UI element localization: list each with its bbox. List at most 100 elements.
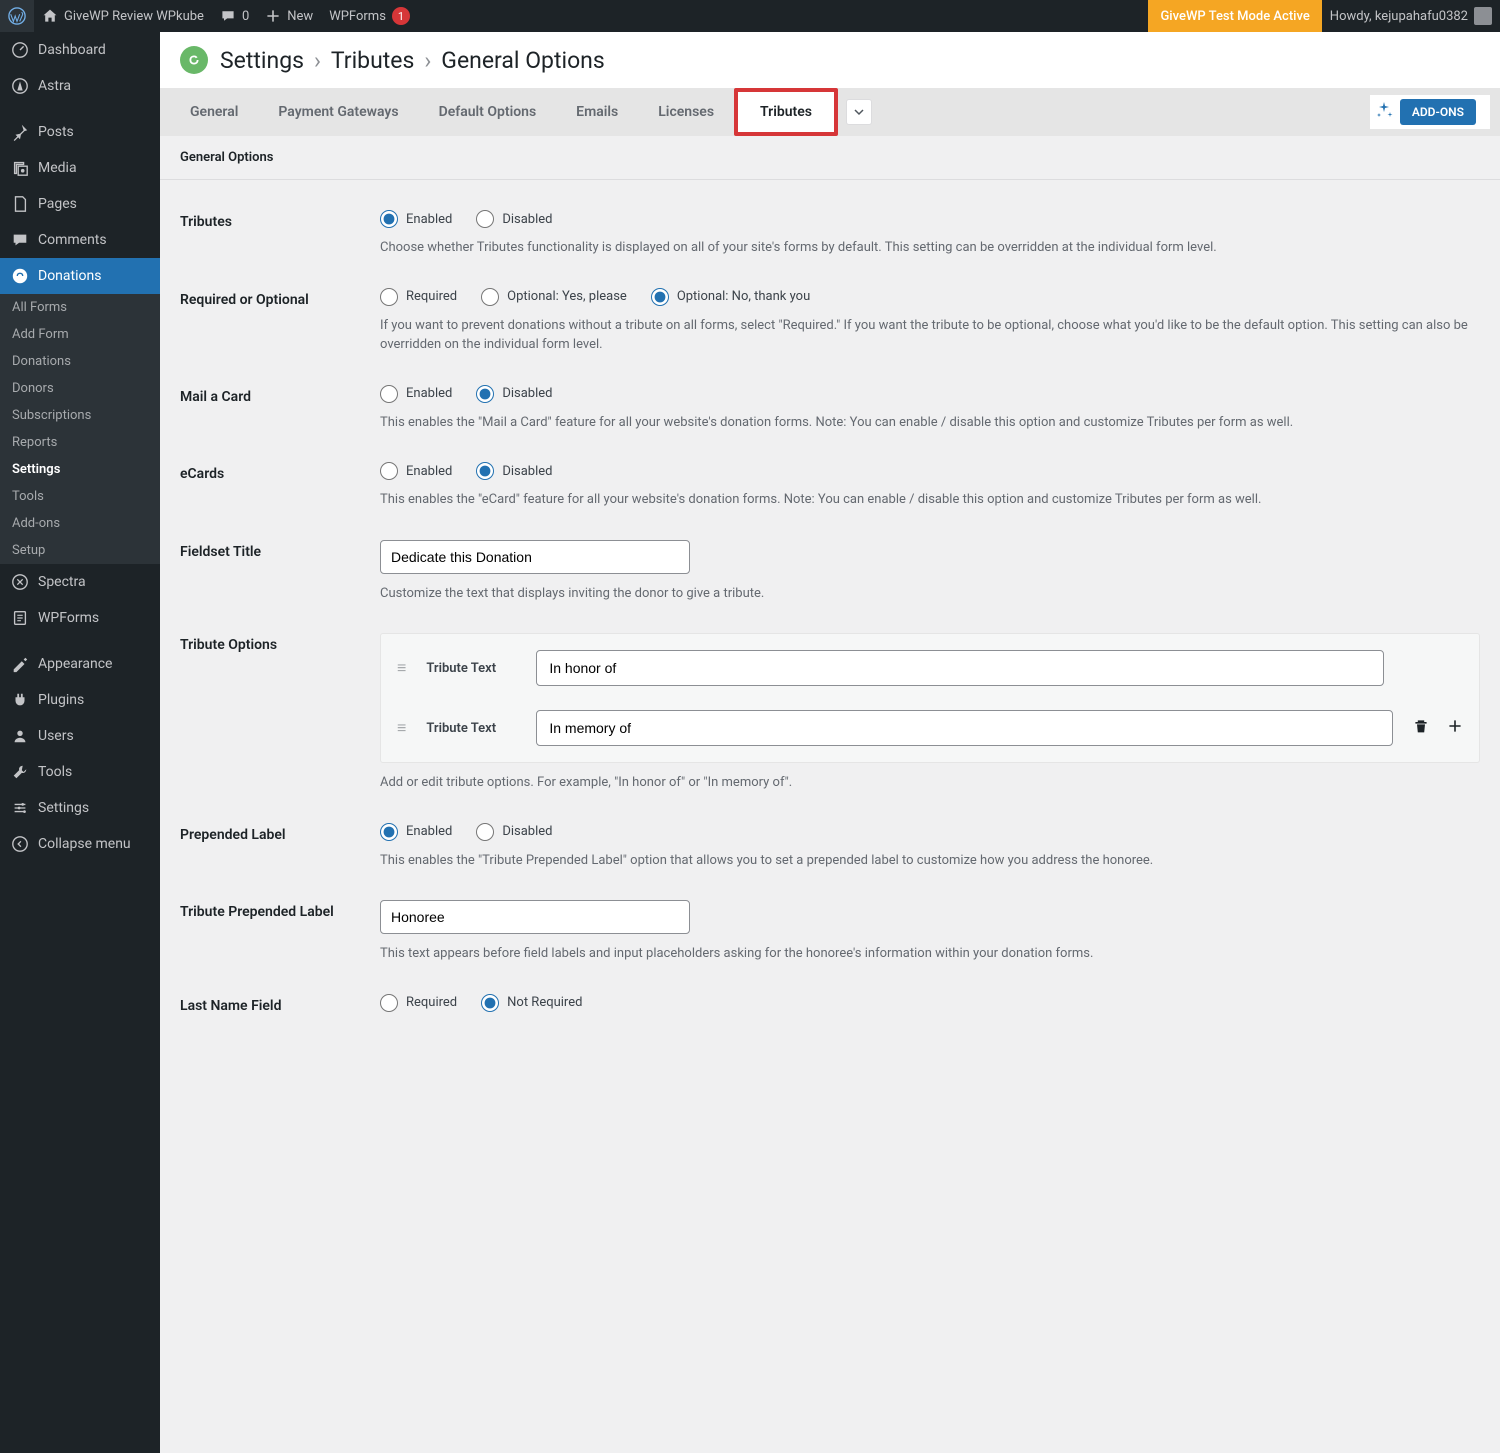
submenu-donors[interactable]: Donors	[0, 375, 160, 402]
submenu-settings[interactable]: Settings	[0, 456, 160, 483]
sidebar-item-dashboard[interactable]: Dashboard	[0, 32, 160, 68]
setting-prepended-text-desc: This text appears before field labels an…	[380, 944, 1480, 964]
sidebar-item-settings[interactable]: Settings	[0, 790, 160, 826]
setting-mailcard: Mail a Card Enabled Disabled This enable…	[180, 365, 1480, 443]
spectra-icon	[10, 572, 30, 592]
setting-tributes-desc: Choose whether Tributes functionality is…	[380, 238, 1480, 258]
settings-tabs: General Payment Gateways Default Options…	[160, 88, 1500, 136]
submenu-reports[interactable]: Reports	[0, 429, 160, 456]
radio-prepended-disabled[interactable]: Disabled	[476, 823, 552, 841]
crumb-general-options: General Options	[441, 47, 604, 74]
radio-lastname-required[interactable]: Required	[380, 994, 457, 1012]
drag-handle-icon[interactable]: ≡	[397, 718, 406, 738]
radio-tributes-enabled[interactable]: Enabled	[380, 210, 452, 228]
sidebar-item-donations[interactable]: Donations	[0, 258, 160, 294]
setting-prepended: Prepended Label Enabled Disabled This en…	[180, 803, 1480, 881]
breadcrumb: Settings › Tributes › General Options	[220, 47, 605, 74]
plugins-icon	[10, 690, 30, 710]
tools-icon	[10, 762, 30, 782]
setting-fieldset-title: Fieldset Title Customize the text that d…	[180, 520, 1480, 614]
sidebar-item-appearance[interactable]: Appearance	[0, 646, 160, 682]
avatar-icon	[1474, 7, 1492, 25]
tab-tributes[interactable]: Tributes	[734, 88, 838, 136]
test-mode-badge[interactable]: GiveWP Test Mode Active	[1148, 0, 1321, 32]
tribute-options-repeater: ≡ Tribute Text 🗑＋ ≡ Tribute Text	[380, 633, 1480, 763]
setting-tribute-options-label: Tribute Options	[180, 633, 380, 653]
setting-mailcard-label: Mail a Card	[180, 385, 380, 405]
submenu-setup[interactable]: Setup	[0, 537, 160, 564]
subtab-general-options[interactable]: General Options	[180, 150, 273, 165]
setting-tributes-label: Tributes	[180, 210, 380, 230]
sidebar-item-pages[interactable]: Pages	[0, 186, 160, 222]
settings-icon	[10, 798, 30, 818]
radio-prepended-enabled[interactable]: Enabled	[380, 823, 452, 841]
tribute-text-input[interactable]	[536, 650, 1384, 686]
prepended-text-input[interactable]	[380, 900, 690, 934]
setting-prepended-desc: This enables the "Tribute Prepended Labe…	[380, 851, 1480, 871]
admin-bar: GiveWP Review WPkube 0 New WPForms1 Give…	[0, 0, 1500, 32]
setting-required: Required or Optional Required Optional: …	[180, 268, 1480, 365]
sidebar-item-astra[interactable]: Astra	[0, 68, 160, 104]
media-icon	[10, 158, 30, 178]
new-content[interactable]: New	[257, 0, 321, 32]
radio-mailcard-disabled[interactable]: Disabled	[476, 385, 552, 403]
sidebar-item-comments[interactable]: Comments	[0, 222, 160, 258]
radio-required[interactable]: Required	[380, 288, 457, 306]
tab-emails[interactable]: Emails	[556, 88, 638, 136]
tab-payment-gateways[interactable]: Payment Gateways	[258, 88, 418, 136]
tab-default-options[interactable]: Default Options	[419, 88, 557, 136]
sidebar-item-media[interactable]: Media	[0, 150, 160, 186]
give-icon	[10, 266, 30, 286]
dashboard-icon	[10, 40, 30, 60]
submenu-addons[interactable]: Add-ons	[0, 510, 160, 537]
sidebar-item-tools[interactable]: Tools	[0, 754, 160, 790]
sidebar-submenu: All Forms Add Form Donations Donors Subs…	[0, 294, 160, 564]
radio-mailcard-enabled[interactable]: Enabled	[380, 385, 452, 403]
setting-fieldset-label: Fieldset Title	[180, 540, 380, 560]
crumb-tributes[interactable]: Tributes	[331, 47, 414, 74]
tab-more-dropdown[interactable]	[846, 99, 872, 125]
collapse-menu[interactable]: Collapse menu	[0, 826, 160, 862]
wp-logo[interactable]	[0, 0, 34, 32]
radio-ecards-disabled[interactable]: Disabled	[476, 462, 552, 480]
drag-handle-icon[interactable]: ≡	[397, 658, 406, 678]
add-row-icon[interactable]	[1447, 718, 1463, 739]
addons-button[interactable]: ADD-ONS	[1400, 99, 1476, 125]
radio-optional-yes[interactable]: Optional: Yes, please	[481, 288, 627, 306]
tab-licenses[interactable]: Licenses	[638, 88, 734, 136]
admin-sidebar: Dashboard Astra Posts Media Pages Commen…	[0, 0, 160, 1453]
radio-tributes-disabled[interactable]: Disabled	[476, 210, 552, 228]
sidebar-item-spectra[interactable]: Spectra	[0, 564, 160, 600]
setting-prepended-text-label: Tribute Prepended Label	[180, 900, 380, 920]
sidebar-item-plugins[interactable]: Plugins	[0, 682, 160, 718]
radio-lastname-notrequired[interactable]: Not Required	[481, 994, 582, 1012]
tab-general[interactable]: General	[170, 88, 258, 136]
submenu-donations[interactable]: Donations	[0, 348, 160, 375]
astra-icon	[10, 76, 30, 96]
comments-icon	[10, 230, 30, 250]
chevron-right-icon: ›	[314, 47, 321, 74]
sidebar-item-posts[interactable]: Posts	[0, 114, 160, 150]
submenu-subscriptions[interactable]: Subscriptions	[0, 402, 160, 429]
my-account[interactable]: Howdy, kejupahafu0382	[1322, 0, 1500, 32]
sidebar-item-users[interactable]: Users	[0, 718, 160, 754]
site-name[interactable]: GiveWP Review WPkube	[34, 0, 212, 32]
comments-count[interactable]: 0	[212, 0, 257, 32]
radio-optional-no[interactable]: Optional: No, thank you	[651, 288, 810, 306]
setting-mailcard-desc: This enables the "Mail a Card" feature f…	[380, 413, 1480, 433]
sidebar-item-wpforms[interactable]: WPForms	[0, 600, 160, 636]
wpforms-menu[interactable]: WPForms1	[321, 0, 418, 32]
submenu-all-forms[interactable]: All Forms	[0, 294, 160, 321]
fieldset-title-input[interactable]	[380, 540, 690, 574]
setting-ecards: eCards Enabled Disabled This enables the…	[180, 442, 1480, 520]
crumb-settings[interactable]: Settings	[220, 47, 304, 74]
tribute-text-input[interactable]	[536, 710, 1393, 746]
submenu-tools[interactable]: Tools	[0, 483, 160, 510]
submenu-add-form[interactable]: Add Form	[0, 321, 160, 348]
radio-ecards-enabled[interactable]: Enabled	[380, 462, 452, 480]
tribute-text-label: Tribute Text	[426, 721, 516, 736]
appearance-icon	[10, 654, 30, 674]
setting-ecards-label: eCards	[180, 462, 380, 482]
delete-row-icon[interactable]	[1413, 718, 1429, 739]
setting-lastname-label: Last Name Field	[180, 994, 380, 1014]
